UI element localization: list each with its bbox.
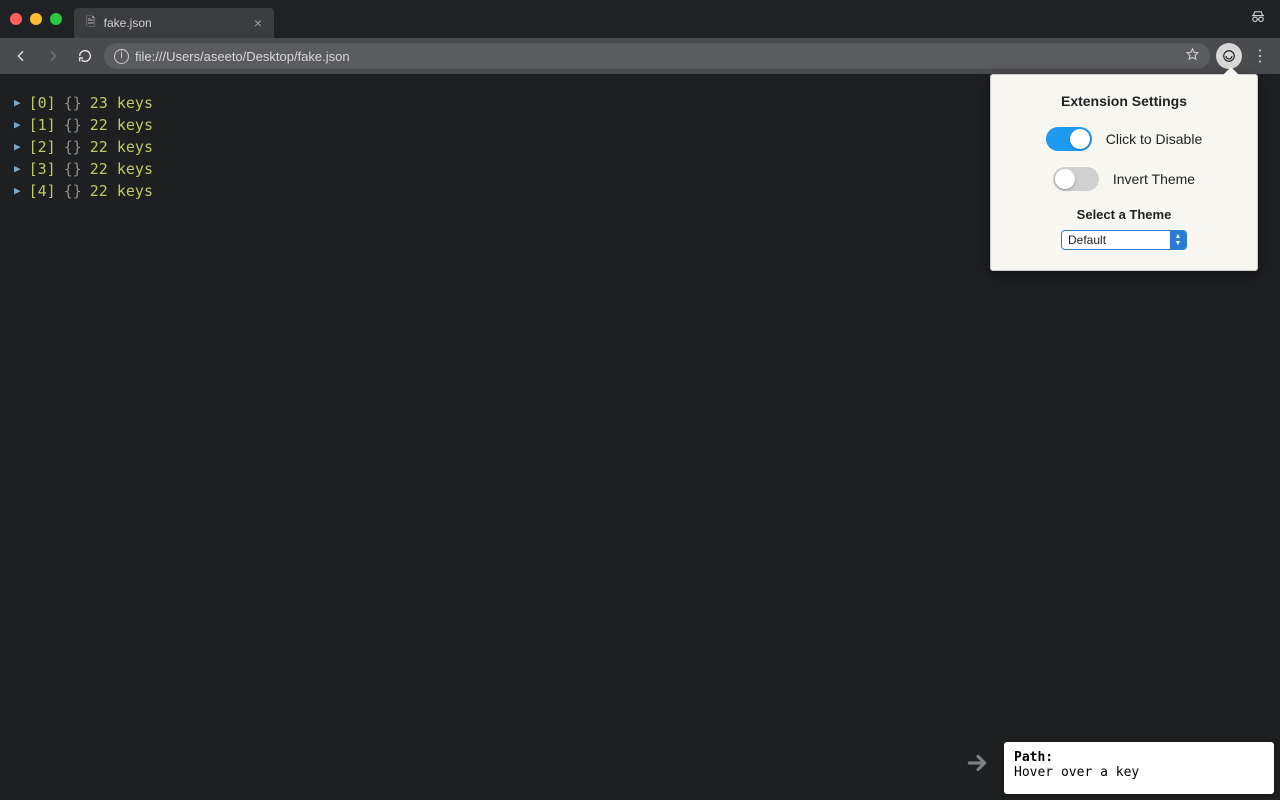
browser-toolbar: i file:///Users/aseeto/Desktop/fake.json… — [0, 38, 1280, 74]
page-content: ▶ [0] {} 23 keys ▶ [1] {} 22 keys ▶ [2] {} 22 keys ▶… — [0, 74, 1280, 800]
reload-button[interactable] — [72, 43, 98, 69]
json-index: [0] — [29, 92, 56, 114]
path-arrow-icon — [964, 750, 990, 780]
bookmark-star-icon[interactable] — [1185, 47, 1200, 65]
json-index: [1] — [29, 114, 56, 136]
json-key-count: 22 keys — [90, 180, 153, 202]
expand-triangle-icon[interactable]: ▶ — [14, 136, 21, 158]
enable-toggle[interactable] — [1046, 127, 1092, 151]
browser-menu-icon[interactable]: ⋮ — [1248, 46, 1272, 66]
json-key-count: 22 keys — [90, 158, 153, 180]
json-key-count: 22 keys — [90, 114, 153, 136]
extension-popup: Extension Settings Click to Disable Inve… — [990, 74, 1258, 271]
invert-toggle-label: Invert Theme — [1113, 171, 1195, 187]
browser-tab[interactable]: 🗎 fake.json × — [74, 8, 274, 38]
close-tab-icon[interactable]: × — [254, 15, 262, 31]
tab-title: fake.json — [104, 16, 152, 30]
address-bar[interactable]: i file:///Users/aseeto/Desktop/fake.json — [104, 43, 1210, 69]
json-key-count: 22 keys — [90, 136, 153, 158]
close-window-button[interactable] — [10, 13, 22, 25]
select-arrows-icon: ▲▼ — [1170, 231, 1186, 249]
expand-triangle-icon[interactable]: ▶ — [14, 180, 21, 202]
toggle-invert-row: Invert Theme — [1003, 167, 1245, 191]
theme-selected-value: Default — [1062, 233, 1170, 247]
path-helper: Path: Hover over a key — [1004, 742, 1274, 794]
json-brace: {} — [64, 180, 82, 202]
expand-triangle-icon[interactable]: ▶ — [14, 158, 21, 180]
back-button[interactable] — [8, 43, 34, 69]
incognito-icon — [1248, 8, 1268, 31]
json-key-count: 23 keys — [90, 92, 153, 114]
json-brace: {} — [64, 92, 82, 114]
maximize-window-button[interactable] — [50, 13, 62, 25]
json-index: [3] — [29, 158, 56, 180]
file-icon: 🗎 — [86, 13, 96, 34]
expand-triangle-icon[interactable]: ▶ — [14, 92, 21, 114]
invert-toggle[interactable] — [1053, 167, 1099, 191]
popup-title: Extension Settings — [1003, 93, 1245, 109]
json-brace: {} — [64, 114, 82, 136]
json-index: [4] — [29, 180, 56, 202]
theme-select[interactable]: Default ▲▼ — [1061, 230, 1187, 250]
site-info-icon[interactable]: i — [114, 49, 129, 64]
json-index: [2] — [29, 136, 56, 158]
path-label: Path: — [1014, 750, 1264, 765]
theme-section-label: Select a Theme — [1003, 207, 1245, 222]
enable-toggle-label: Click to Disable — [1106, 131, 1202, 147]
json-brace: {} — [64, 158, 82, 180]
extension-button[interactable] — [1216, 43, 1242, 69]
json-brace: {} — [64, 136, 82, 158]
window-controls — [10, 13, 62, 25]
browser-tab-strip: 🗎 fake.json × — [0, 0, 1280, 38]
path-hint: Hover over a key — [1014, 765, 1264, 780]
forward-button[interactable] — [40, 43, 66, 69]
expand-triangle-icon[interactable]: ▶ — [14, 114, 21, 136]
toggle-enable-row: Click to Disable — [1003, 127, 1245, 151]
url-text: file:///Users/aseeto/Desktop/fake.json — [135, 49, 350, 64]
minimize-window-button[interactable] — [30, 13, 42, 25]
